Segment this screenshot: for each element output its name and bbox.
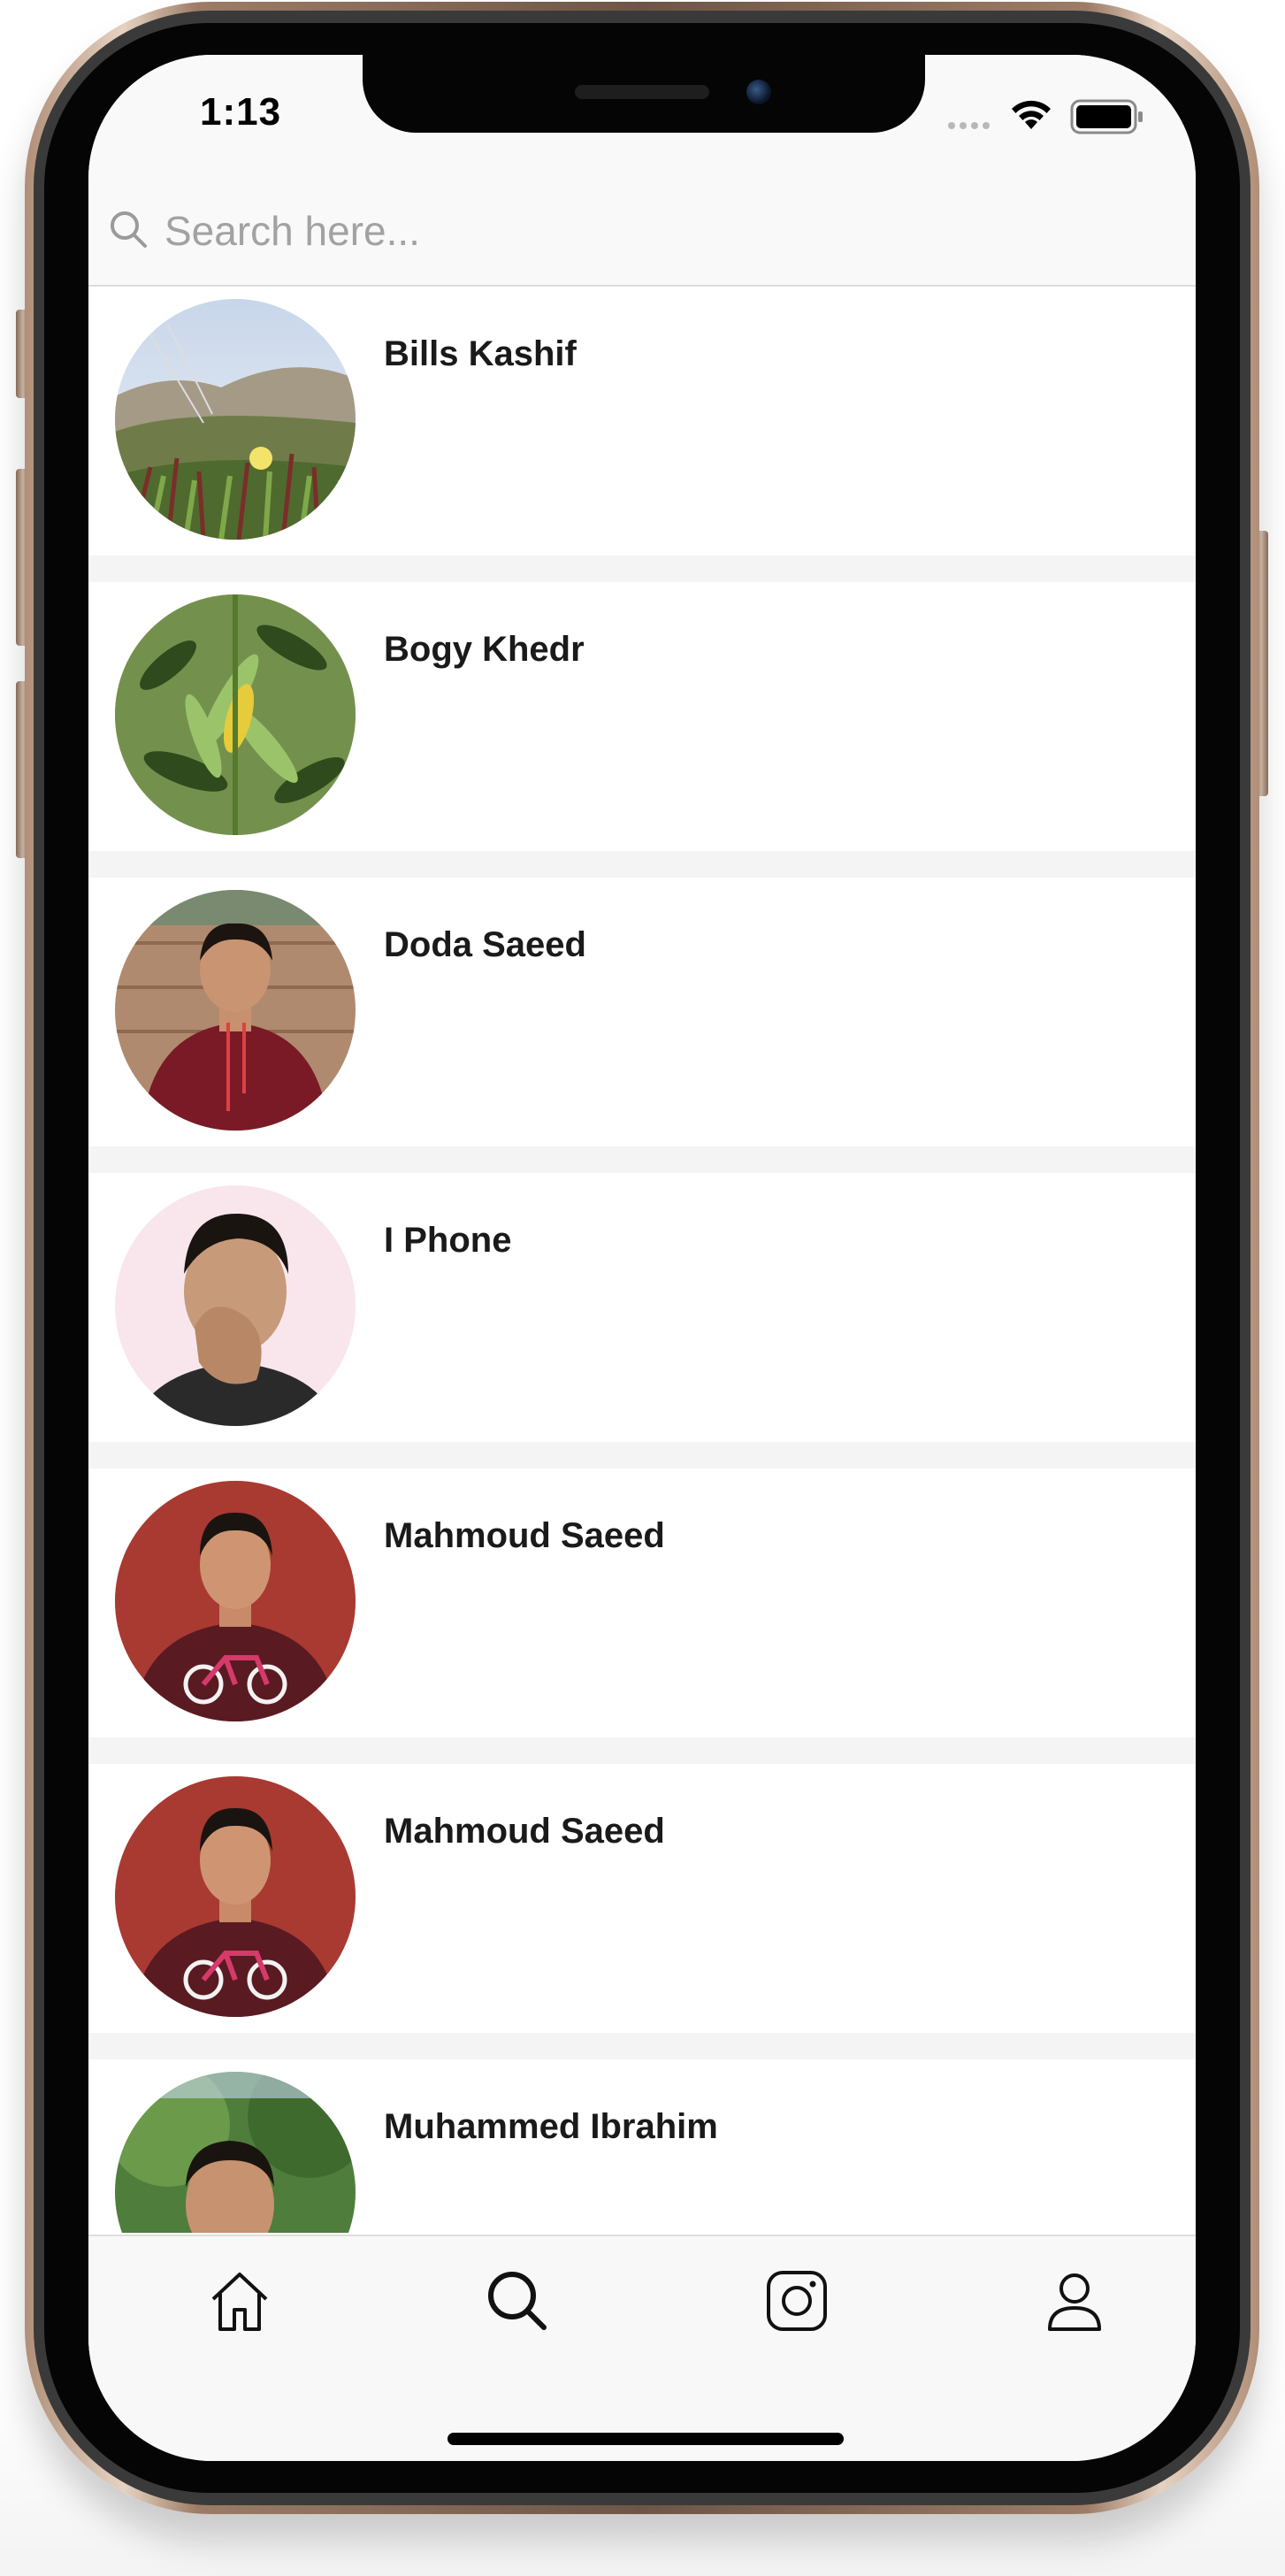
user-list-item[interactable]: I Phone [88,1173,1196,1442]
user-name: Muhammed Ibrahim [384,2107,718,2146]
user-list-item[interactable]: Mahmoud Saeed [88,1468,1196,1737]
home-icon [211,2273,268,2331]
avatar [115,299,356,540]
avatar [115,1185,356,1426]
notch [363,55,925,133]
tab-search[interactable] [478,2261,557,2341]
user-list-item[interactable]: Mahmoud Saeed [88,1764,1196,2033]
tab-home[interactable] [200,2261,279,2341]
cellular-signal-icon [948,122,990,129]
phone-screen: 1:13 Search here... Bills Kashif Bogy Kh… [88,55,1196,2461]
status-time: 1:13 [200,90,282,134]
user-name: I Phone [384,1221,512,1260]
tab-profile[interactable] [1035,2261,1114,2341]
battery-icon [1070,99,1143,134]
user-list-item[interactable]: Bogy Khedr [88,582,1196,851]
tab-bar [88,2235,1196,2461]
user-name: Doda Saeed [384,925,586,964]
search-icon [111,211,147,248]
search-bar [88,179,1196,287]
user-list: Bills Kashif Bogy Khedr Doda Saeed I Pho… [88,287,1196,2233]
user-list-item[interactable]: Doda Saeed [88,878,1196,1146]
user-name: Bills Kashif [384,334,577,373]
front-camera [746,80,771,104]
profile-icon [1048,2273,1101,2331]
tab-instagram[interactable] [757,2261,837,2341]
speaker-grille [575,85,709,99]
status-bar: 1:13 [88,55,1196,179]
user-name: Mahmoud Saeed [384,1516,665,1555]
avatar [115,2072,356,2233]
home-indicator[interactable] [447,2433,844,2445]
user-list-item[interactable]: Bills Kashif [88,287,1196,556]
user-name: Mahmoud Saeed [384,1812,665,1851]
search-input[interactable] [163,202,1139,260]
avatar [115,1776,356,2017]
instagram-icon [767,2271,827,2331]
avatar [115,1481,356,1721]
avatar [115,890,356,1131]
user-list-item[interactable]: Muhammed Ibrahim [88,2059,1196,2233]
user-name: Bogy Khedr [384,630,585,669]
wifi-icon [1012,100,1051,129]
device-page: 1:13 Search here... Bills Kashif Bogy Kh… [0,0,1285,2576]
search-icon [488,2272,547,2330]
avatar [115,594,356,835]
